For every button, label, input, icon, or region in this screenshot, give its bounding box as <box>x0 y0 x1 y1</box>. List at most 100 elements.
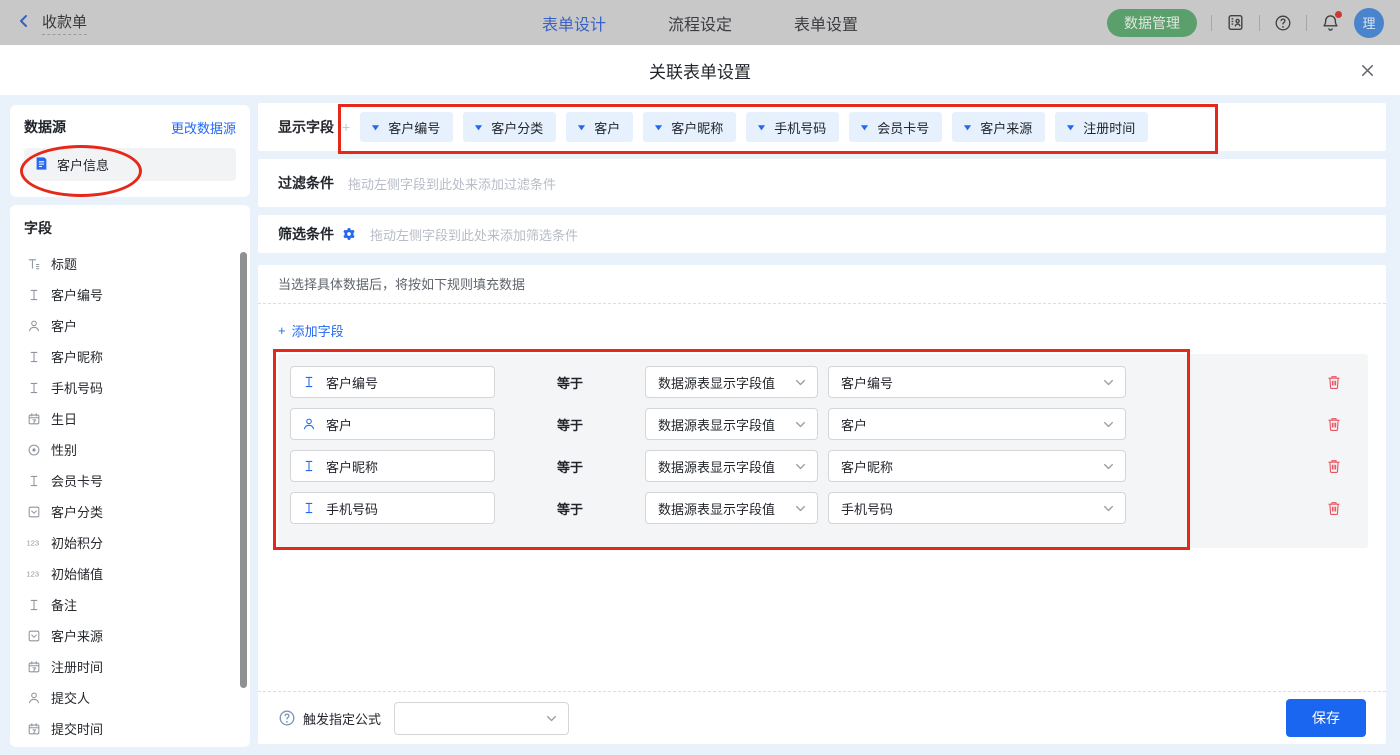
rule-field-box[interactable]: 客户昵称 <box>290 450 495 482</box>
field-list-item[interactable]: 提交时间 <box>24 713 250 744</box>
field-item-label: 客户昵称 <box>51 347 103 366</box>
notification-dot <box>1335 11 1342 18</box>
add-field-label: 添加字段 <box>292 321 344 340</box>
fields-card: 字段 标题 客户编号 客户 客户昵称 手机号码 生日 性别 会员卡号 客户分类 … <box>10 205 250 747</box>
field-list-item[interactable]: 123 初始储值 <box>24 558 250 589</box>
rule-operator: 等于 <box>557 457 593 476</box>
rule-value-select[interactable]: 手机号码 <box>828 492 1126 524</box>
rule-field-label: 客户 <box>326 415 352 434</box>
scrollbar-thumb[interactable] <box>240 252 247 688</box>
select-field-icon <box>26 505 42 519</box>
display-field-tag[interactable]: 客户来源 <box>952 112 1045 142</box>
close-icon[interactable] <box>1359 62 1376 79</box>
field-item-label: 性别 <box>51 440 77 459</box>
rule-value-select[interactable]: 客户昵称 <box>828 450 1126 482</box>
contacts-book-icon[interactable] <box>1226 13 1245 32</box>
formula-select[interactable] <box>394 702 569 735</box>
display-field-tag[interactable]: 注册时间 <box>1055 112 1148 142</box>
field-list-item[interactable]: 手机号码 <box>24 372 250 403</box>
rule-field-box[interactable]: 手机号码 <box>290 492 495 524</box>
display-field-tag[interactable]: 客户昵称 <box>643 112 736 142</box>
divider <box>1306 15 1307 31</box>
field-list-item[interactable]: 客户昵称 <box>24 341 250 372</box>
caret-down-icon <box>1066 123 1075 132</box>
display-field-tag[interactable]: 会员卡号 <box>849 112 942 142</box>
display-field-tag[interactable]: 客户编号 <box>360 112 453 142</box>
left-sidebar: 数据源 更改数据源 客户信息 字段 标题 客户编号 客户 客户昵称 手机号码 <box>10 105 250 755</box>
text-field-icon <box>26 381 42 395</box>
rule-source-select[interactable]: 数据源表显示字段值 <box>645 366 818 398</box>
field-list-item[interactable]: 客户分类 <box>24 496 250 527</box>
display-field-tag[interactable]: 手机号码 <box>746 112 839 142</box>
modal-header: 关联表单设置 <box>0 45 1400 95</box>
display-fields-label: 显示字段 <box>278 117 334 137</box>
caret-down-icon <box>371 123 380 132</box>
chevron-left-icon <box>16 13 32 32</box>
add-field-button[interactable]: + 添加字段 <box>278 321 1386 340</box>
field-list-item[interactable]: 注册时间 <box>24 651 250 682</box>
main-panel: 显示字段 + 客户编号 客户分类 客户 客户昵称 手机号码 会员卡号 客户来源 … <box>258 103 1386 755</box>
data-manage-button[interactable]: 数据管理 <box>1107 9 1197 37</box>
text-field-icon <box>301 459 316 473</box>
field-list-item[interactable]: 客户编号 <box>24 279 250 310</box>
chevron-down-icon <box>794 418 807 431</box>
help-circle-icon[interactable] <box>278 709 296 727</box>
field-list-item[interactable]: 客户来源 <box>24 620 250 651</box>
field-list-item[interactable]: 客户 <box>24 310 250 341</box>
caret-down-icon <box>757 123 766 132</box>
tab-workflow-settings[interactable]: 流程设定 <box>668 11 732 35</box>
rule-source-select[interactable]: 数据源表显示字段值 <box>645 450 818 482</box>
field-item-label: 客户分类 <box>51 502 103 521</box>
field-item-label: 注册时间 <box>51 657 103 676</box>
datasource-item[interactable]: 客户信息 <box>24 148 236 181</box>
number-field-icon: 123 <box>26 567 42 580</box>
filter-condition-row[interactable]: 过滤条件 拖动左侧字段到此处来添加过滤条件 <box>258 159 1386 207</box>
rule-value-select[interactable]: 客户编号 <box>828 366 1126 398</box>
field-list-item[interactable]: 123 初始积分 <box>24 527 250 558</box>
datasource-card: 数据源 更改数据源 客户信息 <box>10 105 250 197</box>
rule-source-select[interactable]: 数据源表显示字段值 <box>645 492 818 524</box>
svg-text:123: 123 <box>26 539 39 548</box>
field-item-label: 客户编号 <box>51 285 103 304</box>
rule-operator: 等于 <box>557 499 593 518</box>
trash-icon[interactable] <box>1326 458 1342 474</box>
rule-field-box[interactable]: 客户 <box>290 408 495 440</box>
user-field-icon <box>26 691 42 705</box>
field-list-item[interactable]: 备注 <box>24 589 250 620</box>
radio-field-icon <box>26 443 42 457</box>
trash-icon[interactable] <box>1326 500 1342 516</box>
rule-rows-block: 客户编号 等于 数据源表显示字段值 客户编号 客户 等于 数据源表显示字段值 客… <box>278 354 1368 548</box>
topbar: 收款单 表单设计 流程设定 表单设置 数据管理 理 <box>0 0 1400 45</box>
trash-icon[interactable] <box>1326 416 1342 432</box>
text-field-icon <box>26 288 42 302</box>
display-field-tag-label: 客户编号 <box>388 118 440 137</box>
rule-field-label: 手机号码 <box>326 499 378 518</box>
tab-form-settings[interactable]: 表单设置 <box>794 11 858 35</box>
date-field-icon <box>26 660 42 674</box>
help-icon[interactable] <box>1274 14 1292 32</box>
field-list-item[interactable]: 生日 <box>24 403 250 434</box>
change-datasource-link[interactable]: 更改数据源 <box>171 118 236 137</box>
rule-source-select[interactable]: 数据源表显示字段值 <box>645 408 818 440</box>
form-name[interactable]: 收款单 <box>42 11 87 35</box>
gear-icon[interactable] <box>342 227 356 241</box>
display-field-tag[interactable]: 客户分类 <box>463 112 556 142</box>
notification-bell-icon[interactable] <box>1321 13 1340 32</box>
rule-value-select[interactable]: 客户 <box>828 408 1126 440</box>
field-list-item[interactable]: 会员卡号 <box>24 465 250 496</box>
back-button[interactable] <box>16 13 32 32</box>
screen-condition-row[interactable]: 筛选条件 拖动左侧字段到此处来添加筛选条件 <box>258 215 1386 253</box>
trash-icon[interactable] <box>1326 374 1342 390</box>
rule-field-box[interactable]: 客户编号 <box>290 366 495 398</box>
field-item-label: 初始储值 <box>51 564 103 583</box>
save-button[interactable]: 保存 <box>1286 699 1366 737</box>
field-item-label: 提交时间 <box>51 719 103 738</box>
display-field-tag[interactable]: 客户 <box>566 112 633 142</box>
avatar[interactable]: 理 <box>1354 8 1384 38</box>
field-list: 标题 客户编号 客户 客户昵称 手机号码 生日 性别 会员卡号 客户分类 123… <box>24 248 250 744</box>
tab-form-design[interactable]: 表单设计 <box>542 11 606 35</box>
field-list-item[interactable]: 标题 <box>24 248 250 279</box>
field-list-item[interactable]: 提交人 <box>24 682 250 713</box>
rule-operator: 等于 <box>557 373 593 392</box>
field-list-item[interactable]: 性别 <box>24 434 250 465</box>
